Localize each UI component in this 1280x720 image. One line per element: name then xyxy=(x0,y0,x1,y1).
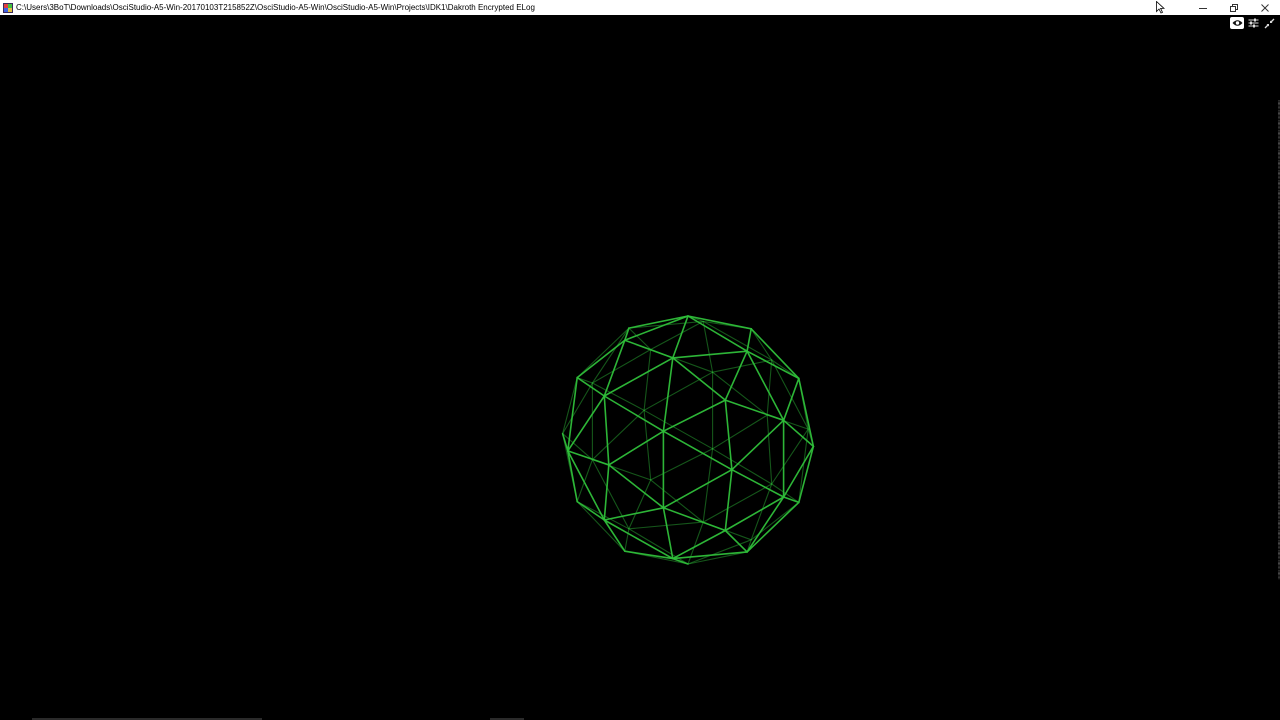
sphere-edge xyxy=(724,350,748,401)
sphere-edge xyxy=(662,468,733,509)
sphere-edge xyxy=(746,496,785,553)
sphere-edge xyxy=(628,315,689,329)
sphere-edge xyxy=(702,521,752,541)
collapse-button[interactable] xyxy=(1262,17,1276,29)
sphere-edge xyxy=(798,377,809,430)
sphere-edge xyxy=(603,357,674,397)
sphere-edge xyxy=(643,348,652,411)
sphere-edge xyxy=(628,528,689,565)
sphere-edge xyxy=(603,395,665,433)
sphere-edge xyxy=(766,359,773,416)
sphere-edge xyxy=(607,464,665,509)
sphere-edge xyxy=(562,377,578,435)
sphere-edge xyxy=(562,382,593,435)
sphere-edge xyxy=(576,459,593,503)
sphere-edge xyxy=(662,506,674,560)
sphere-edge xyxy=(746,501,800,553)
sphere-edge xyxy=(603,395,610,466)
sphere-edge xyxy=(576,501,626,552)
oscilloscope-canvas[interactable] xyxy=(0,15,1280,720)
sphere-edge xyxy=(797,445,815,504)
minimize-button[interactable] xyxy=(1187,0,1218,15)
sphere-edge xyxy=(702,483,773,523)
sphere-edge xyxy=(643,409,714,450)
restore-button[interactable] xyxy=(1218,0,1249,15)
sphere-edge xyxy=(662,430,733,471)
sphere-edge xyxy=(671,357,727,401)
restore-icon xyxy=(1229,3,1238,12)
app-window: C:\Users\3BoT\Downloads\OsciStudio-A5-Wi… xyxy=(0,0,1280,720)
sphere-edge xyxy=(687,551,748,565)
sphere-edge xyxy=(628,479,652,530)
sphere-edge xyxy=(591,382,645,411)
visibility-toggle-button[interactable] xyxy=(1230,17,1244,29)
close-icon xyxy=(1260,3,1269,12)
sphere-edge xyxy=(650,448,714,481)
sphere-edge xyxy=(782,377,800,422)
window-title: C:\Users\3BoT\Downloads\OsciStudio-A5-Wi… xyxy=(16,3,535,12)
sphere-edge xyxy=(771,359,800,379)
close-button[interactable] xyxy=(1249,0,1280,15)
app-icon xyxy=(3,2,13,13)
minimize-icon xyxy=(1198,7,1207,9)
eye-icon xyxy=(1232,20,1242,26)
sphere-edge xyxy=(712,371,768,416)
sphere-edge xyxy=(712,448,773,485)
settings-sliders-button[interactable] xyxy=(1246,17,1260,29)
collapse-arrows-icon xyxy=(1264,18,1274,28)
sphere-edge xyxy=(798,428,809,503)
sphere-edge xyxy=(782,445,815,498)
sphere-edge xyxy=(731,468,785,498)
sphere-edge xyxy=(724,468,733,532)
sphere-edge xyxy=(650,348,714,373)
window-controls xyxy=(1187,0,1280,15)
sphere-edge xyxy=(603,464,610,521)
sliders-icon xyxy=(1248,18,1258,28)
sphere-edge xyxy=(766,414,773,485)
sphere-edge xyxy=(643,371,714,411)
title-bar[interactable]: C:\Users\3BoT\Downloads\OsciStudio-A5-Wi… xyxy=(0,0,1280,15)
mouse-cursor-icon xyxy=(1156,1,1165,14)
sphere-edge xyxy=(731,419,785,471)
wireframe-sphere xyxy=(561,315,815,565)
sphere-edge xyxy=(576,327,630,379)
sphere-edges xyxy=(561,315,815,565)
sphere-edge xyxy=(591,409,645,461)
sphere-edge xyxy=(591,327,630,384)
view-toolbar xyxy=(1230,17,1276,29)
sphere-edge xyxy=(650,479,704,523)
